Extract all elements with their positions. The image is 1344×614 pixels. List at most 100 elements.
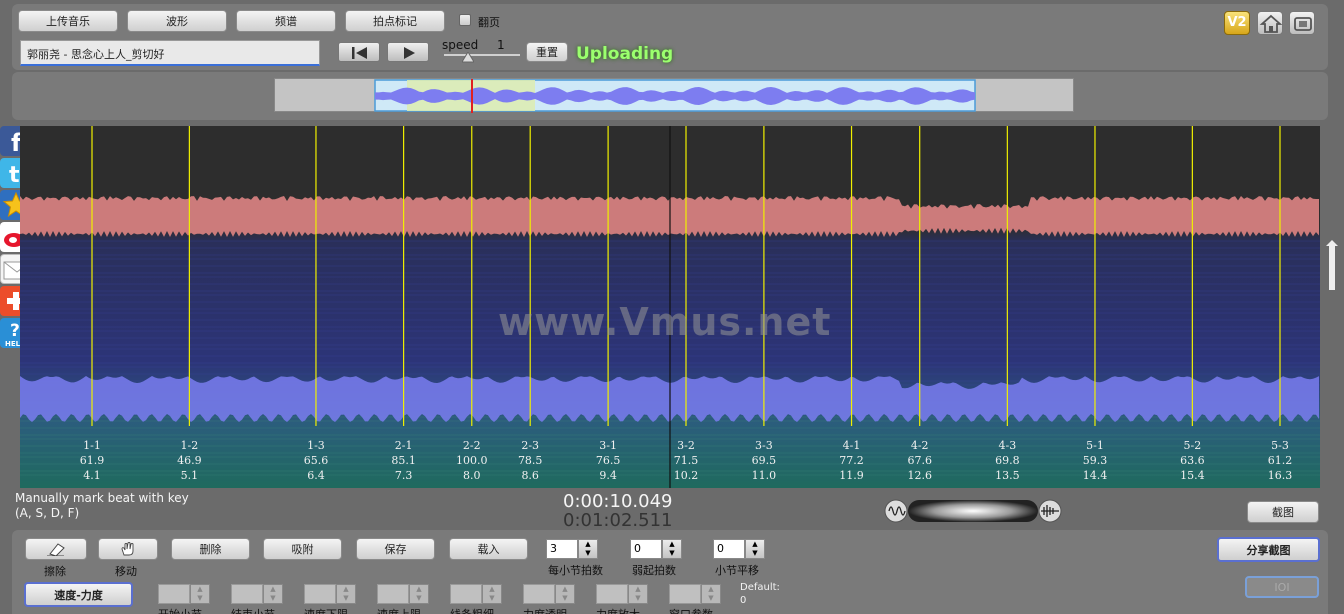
beat-id: 4-3: [998, 439, 1017, 452]
play-button[interactable]: [387, 42, 429, 62]
param-stepper[interactable]: ▲ ▼: [450, 584, 502, 604]
param-stepper[interactable]: ▲ ▼: [596, 584, 648, 604]
param-input[interactable]: [231, 584, 263, 604]
snap-button[interactable]: 吸附: [263, 538, 342, 560]
param-input[interactable]: [596, 584, 628, 604]
beat-tempo: 65.6: [303, 454, 329, 467]
previous-button[interactable]: [338, 42, 380, 62]
param-input[interactable]: [669, 584, 701, 604]
beat-id: 5-1: [1086, 439, 1104, 452]
beat-mark-button[interactable]: 拍点标记: [345, 10, 445, 32]
eraser-button[interactable]: [25, 538, 87, 560]
upbeat-stepper[interactable]: 0 ▲ ▼: [630, 539, 682, 559]
param-input[interactable]: [304, 584, 336, 604]
beat-tempo: 69.8: [995, 454, 1020, 467]
beat-id: 3-1: [599, 439, 617, 452]
beat-marker-label: 4-1 77.2 11.9: [827, 438, 877, 483]
beats-per-bar-input[interactable]: 3: [546, 539, 578, 559]
home-icon[interactable]: [1257, 11, 1283, 35]
stepper-arrows-icon[interactable]: ▲ ▼: [336, 584, 356, 604]
beat-tempo: 85.1: [391, 454, 416, 467]
save-button[interactable]: 保存: [356, 538, 435, 560]
param-input[interactable]: [377, 584, 409, 604]
beat-marker-label: 1-1 61.9 4.1: [67, 438, 117, 483]
param-label: 开始小节: [158, 606, 202, 614]
load-button[interactable]: 载入: [449, 538, 528, 560]
upbeat-input[interactable]: 0: [630, 539, 662, 559]
stepper-arrows-icon[interactable]: ▲ ▼: [628, 584, 648, 604]
beat-id: 3-3: [755, 439, 773, 452]
song-title-field[interactable]: 郭丽尧 - 思念心上人_剪切好: [20, 40, 320, 66]
ioi-button[interactable]: IOI: [1245, 576, 1319, 598]
flip-page-checkbox[interactable]: [459, 14, 471, 26]
param-stepper[interactable]: ▲ ▼: [523, 584, 575, 604]
beat-tempo: 76.5: [595, 454, 621, 467]
beat-id: 4-1: [842, 439, 861, 452]
spectrum-button[interactable]: 频谱: [236, 10, 336, 32]
param-stepper[interactable]: ▲ ▼: [304, 584, 356, 604]
speed-value: 1: [497, 38, 505, 52]
share-screenshot-button[interactable]: 分享截图: [1217, 537, 1320, 562]
fullscreen-icon[interactable]: [1289, 11, 1315, 35]
beat-tempo: 46.9: [177, 454, 202, 467]
current-time: 0:00:10.049: [563, 491, 673, 512]
beat-time: 4.1: [83, 469, 101, 482]
beat-time: 8.0: [463, 469, 481, 482]
beat-time: 12.6: [907, 469, 932, 482]
stepper-arrows-icon[interactable]: ▲ ▼: [190, 584, 210, 604]
beat-time: 6.4: [307, 469, 325, 482]
version-badge-icon[interactable]: V2: [1224, 11, 1250, 35]
eraser-icon: [47, 543, 65, 556]
speed-label: speed: [442, 38, 479, 52]
param-input[interactable]: [523, 584, 555, 604]
beat-marker-label: 3-1 76.5 9.4: [583, 438, 633, 483]
bar-shift-stepper[interactable]: 0 ▲ ▼: [713, 539, 765, 559]
param-label: 力度透明: [523, 606, 567, 614]
stepper-arrows-icon[interactable]: ▲ ▼: [745, 539, 765, 559]
beat-tempo: 100.0: [456, 454, 488, 467]
bar-shift-input[interactable]: 0: [713, 539, 745, 559]
speed-slider-thumb[interactable]: [462, 52, 474, 64]
beat-tempo: 71.5: [673, 454, 699, 467]
beat-id: 1-3: [307, 439, 325, 452]
flip-page-label: 翻页: [478, 16, 500, 29]
upload-music-button[interactable]: 上传音乐: [18, 10, 118, 32]
overview-waveform[interactable]: [274, 78, 1074, 113]
upbeat-label: 弱起拍数: [632, 564, 676, 577]
beat-marker-label: 5-3 61.2 16.3: [1255, 438, 1305, 483]
total-time: 0:01:02.511: [563, 510, 673, 531]
beat-time: 5.1: [180, 469, 199, 482]
param-stepper[interactable]: ▲ ▼: [158, 584, 210, 604]
beat-time: 10.2: [673, 469, 699, 482]
waveform-button[interactable]: 波形: [127, 10, 227, 32]
param-stepper[interactable]: ▲ ▼: [377, 584, 429, 604]
stepper-arrows-icon[interactable]: ▲ ▼: [578, 539, 598, 559]
default-value: 0: [740, 595, 747, 606]
param-stepper[interactable]: ▲ ▼: [669, 584, 721, 604]
reset-button[interactable]: 重置: [526, 42, 568, 62]
stepper-arrows-icon[interactable]: ▲ ▼: [409, 584, 429, 604]
vertical-scroll-handle[interactable]: [1326, 240, 1340, 290]
speed-slider-track[interactable]: [444, 54, 520, 56]
beat-marker-label: 4-3 69.8 13.5: [982, 438, 1032, 483]
param-input[interactable]: [450, 584, 482, 604]
delete-button[interactable]: 删除: [171, 538, 250, 560]
beat-tempo: 61.9: [79, 454, 105, 467]
param-input[interactable]: [158, 584, 190, 604]
bar-shift-label: 小节平移: [715, 564, 759, 577]
param-stepper[interactable]: ▲ ▼: [231, 584, 283, 604]
beat-time: 13.5: [995, 469, 1020, 482]
tempo-dynamics-button[interactable]: 速度-力度: [24, 582, 133, 607]
stepper-arrows-icon[interactable]: ▲ ▼: [662, 539, 682, 559]
beats-per-bar-stepper[interactable]: 3 ▲ ▼: [546, 539, 598, 559]
stepper-arrows-icon[interactable]: ▲ ▼: [263, 584, 283, 604]
screenshot-button[interactable]: 截图: [1247, 501, 1319, 523]
volume-control[interactable]: [884, 498, 1062, 524]
move-button[interactable]: [98, 538, 158, 560]
stepper-arrows-icon[interactable]: ▲ ▼: [482, 584, 502, 604]
beat-time: 8.6: [521, 469, 539, 482]
stepper-arrows-icon[interactable]: ▲ ▼: [555, 584, 575, 604]
stepper-arrows-icon[interactable]: ▲ ▼: [701, 584, 721, 604]
beat-marker-label: 2-1 85.1 7.3: [379, 438, 429, 483]
beat-tempo: 67.6: [907, 454, 932, 467]
